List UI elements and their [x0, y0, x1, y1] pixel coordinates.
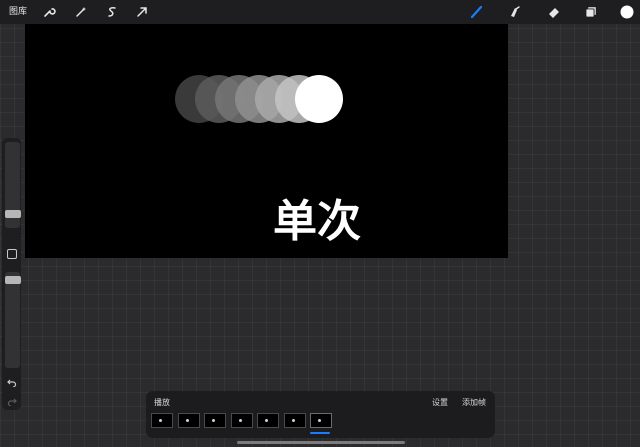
animation-timeline: 播放 设置 添加帧 — [146, 391, 495, 438]
transform-arrow-icon[interactable] — [134, 4, 150, 20]
undo-icon[interactable] — [7, 377, 17, 387]
magic-wand-icon[interactable] — [73, 4, 89, 20]
timeline-frame[interactable] — [204, 413, 226, 428]
wrench-icon[interactable] — [41, 4, 57, 20]
redo-icon[interactable] — [7, 396, 17, 406]
brush-icon[interactable] — [469, 4, 485, 20]
timeline-frame[interactable] — [151, 413, 173, 428]
opacity-slider[interactable] — [5, 272, 20, 368]
brush-size-handle[interactable] — [5, 210, 21, 218]
top-toolbar: 图库 — [0, 0, 640, 24]
timeline-frame[interactable] — [310, 413, 332, 428]
timeline-frame[interactable] — [257, 413, 279, 428]
timeline-frame[interactable] — [283, 413, 306, 428]
modify-button[interactable] — [7, 249, 17, 259]
current-color — [620, 5, 634, 19]
smudge-icon[interactable] — [507, 4, 523, 20]
opacity-handle[interactable] — [5, 276, 21, 284]
selection-icon[interactable] — [104, 4, 120, 20]
timeline-frame[interactable] — [177, 413, 200, 428]
gallery-button[interactable]: 图库 — [9, 5, 27, 19]
settings-button[interactable]: 设置 — [432, 397, 448, 409]
circle-sequence — [175, 75, 343, 123]
color-swatch[interactable] — [619, 4, 635, 20]
home-indicator — [237, 441, 405, 444]
timeline-frame[interactable] — [230, 413, 253, 428]
onion-circle — [295, 75, 343, 123]
play-button[interactable]: 播放 — [154, 397, 170, 409]
eraser-icon[interactable] — [546, 4, 562, 20]
active-frame-indicator — [310, 432, 330, 434]
drawing-canvas[interactable]: 单次 — [25, 24, 508, 258]
frame-strip — [151, 413, 491, 431]
side-toolbar — [2, 138, 21, 410]
add-frame-button[interactable]: 添加帧 — [462, 397, 486, 409]
canvas-text: 单次 — [273, 196, 361, 247]
layers-icon[interactable] — [583, 4, 599, 20]
